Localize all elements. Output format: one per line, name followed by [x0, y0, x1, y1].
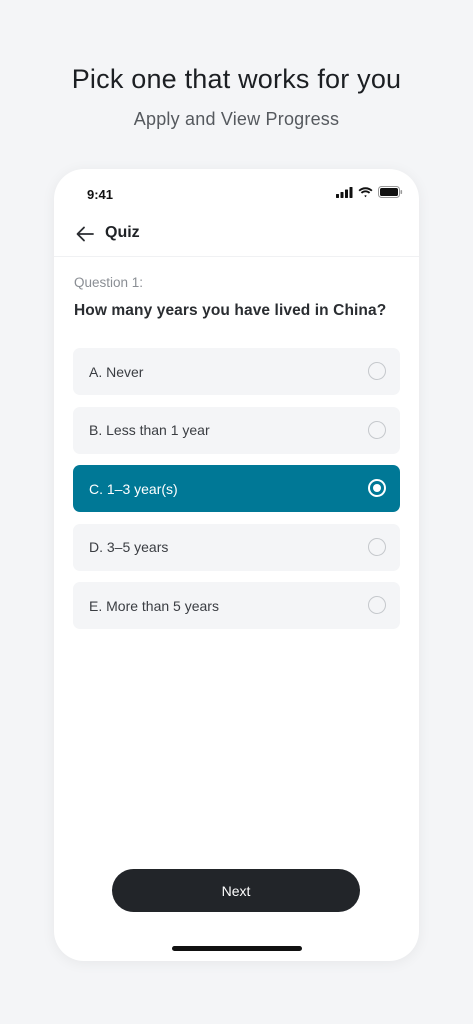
- hero-subtitle: Apply and View Progress: [133, 109, 340, 129]
- option-a[interactable]: A. Never: [73, 348, 400, 395]
- arrow-left-icon[interactable]: [74, 223, 96, 245]
- radio-selected-icon[interactable]: [368, 479, 386, 497]
- question-text: How many years you have lived in China?: [74, 302, 387, 319]
- wifi-icon: [358, 186, 373, 197]
- hero-title: Pick one that works for you: [71, 64, 402, 94]
- option-label: D. 3–5 years: [89, 539, 169, 555]
- radio-unselected-icon[interactable]: [368, 596, 386, 614]
- phone-screen: 9:41 Quiz Question 1: How many years you…: [54, 169, 419, 961]
- radio-unselected-icon[interactable]: [368, 420, 386, 439]
- home-indicator: [172, 946, 302, 951]
- nav-bar: Quiz: [54, 217, 419, 257]
- next-button[interactable]: Next: [112, 869, 360, 912]
- option-label: C. 1–3 year(s): [89, 480, 178, 497]
- radio-unselected-icon[interactable]: [368, 362, 386, 380]
- radio-unselected-icon[interactable]: [368, 537, 386, 556]
- option-label: B. Less than 1 year: [89, 422, 210, 438]
- option-d[interactable]: D. 3–5 years: [73, 523, 400, 571]
- option-e[interactable]: E. More than 5 years: [73, 582, 400, 629]
- page-title: Quiz: [105, 224, 140, 241]
- option-label: E. More than 5 years: [89, 597, 219, 614]
- option-label: A. Never: [89, 363, 144, 380]
- battery-icon: [378, 186, 403, 198]
- cellular-signal-icon: [336, 186, 353, 198]
- status-time: 9:41: [87, 187, 114, 202]
- option-c[interactable]: C. 1–3 year(s): [73, 465, 400, 512]
- status-icons: [336, 186, 403, 198]
- question-number: Question 1:: [74, 275, 144, 290]
- answer-options: A. Never B. Less than 1 year C. 1–3 year…: [73, 348, 400, 641]
- option-b[interactable]: B. Less than 1 year: [73, 406, 400, 454]
- status-bar: 9:41: [54, 169, 419, 217]
